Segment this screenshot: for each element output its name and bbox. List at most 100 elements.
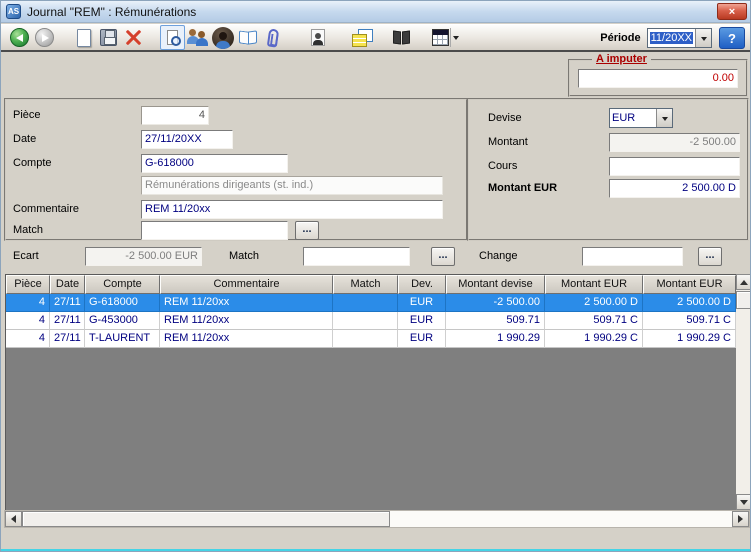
table-view-icon[interactable] [432, 25, 461, 51]
date-field[interactable]: 27/11/20XX [141, 130, 233, 149]
devise-combobox[interactable]: EUR [609, 108, 673, 128]
column-header[interactable]: Montant devise [446, 275, 545, 294]
table-row[interactable]: 4 27/11 T-LAURENT REM 11/20xx EUR 1 990.29 1 9… [6, 330, 736, 348]
piece-label: Pièce [13, 109, 41, 121]
close-button[interactable]: × [717, 3, 747, 20]
column-header[interactable]: Match [333, 275, 398, 294]
table-row[interactable]: 4 27/11 G-453000 REM 11/20xx EUR 509.71 509.71… [6, 312, 736, 330]
a-imputer-field: 0.00 [578, 69, 738, 88]
title-bar: AS Journal "REM" : Rémunérations × [1, 1, 750, 23]
column-header[interactable]: Commentaire [160, 275, 333, 294]
ecart-match-browse-button[interactable]: ... [431, 247, 455, 266]
report-list-icon[interactable] [350, 25, 375, 51]
table-body: 4 27/11 G-618000 REM 11/20xx EUR -2 500.00 2 5… [6, 294, 736, 348]
table-cell: 2 500.00 D [643, 294, 736, 312]
column-header[interactable]: Date [50, 275, 85, 294]
compte-name-field: Rémunérations dirigeants (st. ind.) [141, 176, 443, 195]
horizontal-scrollbar-thumb[interactable] [22, 511, 390, 527]
table-cell: 509.71 C [545, 312, 643, 330]
ecart-match-field[interactable] [303, 247, 410, 266]
save-icon[interactable] [96, 25, 121, 51]
compte-label: Compte [13, 157, 52, 169]
table-cell [333, 312, 398, 330]
window-title: Journal "REM" : Rémunérations [27, 4, 197, 19]
cours-field[interactable] [609, 157, 740, 176]
table-cell: EUR [398, 312, 446, 330]
forward-icon[interactable] [32, 25, 57, 51]
cours-label: Cours [488, 160, 518, 172]
table-cell: 27/11 [50, 312, 85, 330]
help-button[interactable]: ? [719, 27, 745, 49]
window-bottom-edge [1, 549, 750, 551]
a-imputer-label: A imputer [592, 53, 651, 65]
ecart-match-label: Match [229, 250, 259, 262]
table-cell: REM 11/20xx [160, 294, 333, 312]
commentaire-field[interactable]: REM 11/20xx [141, 200, 443, 219]
periode-dropdown-icon[interactable] [695, 29, 711, 47]
montant-label: Montant [488, 136, 528, 148]
montant-eur-field[interactable]: 2 500.00 D [609, 179, 740, 198]
vertical-scrollbar-thumb[interactable] [736, 291, 750, 309]
scroll-right-icon[interactable] [732, 511, 749, 527]
devise-dropdown-icon[interactable] [656, 109, 672, 127]
ecart-label: Ecart [13, 250, 39, 262]
scroll-up-icon[interactable] [736, 274, 750, 290]
match-field[interactable] [141, 221, 288, 240]
column-header[interactable]: Montant EUR [545, 275, 643, 294]
table-cell: -2 500.00 [446, 294, 545, 312]
attachment-icon[interactable] [260, 25, 285, 51]
periode-group: Période 11/20XX [600, 28, 712, 48]
table-row[interactable]: 4 27/11 G-618000 REM 11/20xx EUR -2 500.00 2 5… [6, 294, 736, 312]
table-header: Pièce Date Compte Commentaire Match Dev. Monta… [6, 275, 736, 294]
catalog-book-icon[interactable] [235, 25, 260, 51]
column-header[interactable]: Pièce [6, 275, 50, 294]
table-cell: 509.71 C [643, 312, 736, 330]
person-photo-icon[interactable] [305, 25, 330, 51]
status-strip [1, 528, 750, 549]
horizontal-scrollbar[interactable] [4, 510, 750, 528]
back-icon[interactable] [7, 25, 32, 51]
table-cell: 1 990.29 [446, 330, 545, 348]
scroll-down-icon[interactable] [736, 494, 750, 510]
piece-field: 4 [141, 106, 209, 125]
table-cell: 2 500.00 D [545, 294, 643, 312]
table-cell: REM 11/20xx [160, 330, 333, 348]
table-cell: 27/11 [50, 330, 85, 348]
table-cell: 27/11 [50, 294, 85, 312]
table-cell: 509.71 [446, 312, 545, 330]
column-header[interactable]: Montant EUR [643, 275, 736, 294]
app-window: AS Journal "REM" : Rémunérations × Pério… [0, 0, 751, 552]
contacts-group-icon[interactable] [185, 25, 210, 51]
journal-entries-table: Pièce Date Compte Commentaire Match Dev. Monta… [5, 274, 736, 510]
print-preview-icon[interactable] [160, 25, 185, 51]
ecart-field: -2 500.00 EUR [85, 247, 202, 266]
vertical-scrollbar[interactable] [736, 274, 750, 510]
periode-combobox[interactable]: 11/20XX [646, 28, 712, 48]
change-browse-button[interactable]: ... [698, 247, 722, 266]
column-header[interactable]: Compte [85, 275, 160, 294]
match-browse-button[interactable]: ... [295, 221, 319, 240]
table-cell: T-LAURENT [85, 330, 160, 348]
new-document-icon[interactable] [71, 25, 96, 51]
commentaire-label: Commentaire [13, 203, 80, 215]
table-cell: EUR [398, 330, 446, 348]
table-cell: 4 [6, 330, 50, 348]
devise-value: EUR [612, 112, 636, 124]
table-cell: G-618000 [85, 294, 160, 312]
table-cell: 4 [6, 312, 50, 330]
scroll-left-icon[interactable] [5, 511, 22, 527]
ledger-book-icon[interactable] [389, 25, 414, 51]
table-cell: REM 11/20xx [160, 312, 333, 330]
app-icon: AS [6, 4, 21, 19]
table-view-dropdown-icon [450, 28, 461, 47]
compte-field[interactable]: G-618000 [141, 154, 288, 173]
delete-icon[interactable] [121, 25, 146, 51]
column-header[interactable]: Dev. [398, 275, 446, 294]
close-icon: × [728, 5, 736, 18]
change-field[interactable] [582, 247, 683, 266]
person-icon[interactable] [210, 25, 235, 51]
table-cell: G-453000 [85, 312, 160, 330]
periode-label: Période [600, 32, 641, 44]
match-label: Match [13, 224, 43, 236]
a-imputer-group: A imputer 0.00 [568, 53, 748, 97]
